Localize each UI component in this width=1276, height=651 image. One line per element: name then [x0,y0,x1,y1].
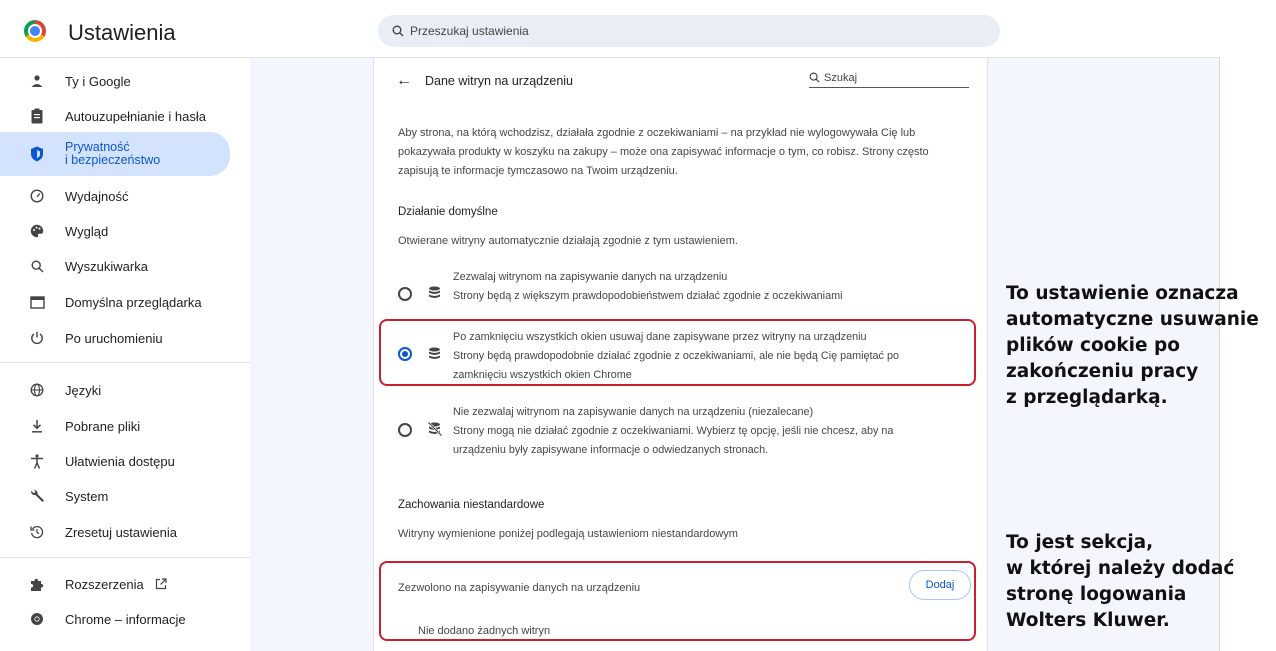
puzzle-icon [28,575,46,593]
wrench-icon [28,487,46,505]
sidebar-item-label: Pobrane pliki [65,418,141,434]
power-icon [28,329,46,347]
settings-search-input[interactable]: Przeszukaj ustawienia [378,15,1000,47]
sidebar-item-label: Autouzupełnianie i hasła [65,108,206,124]
sidebar-item-label: Chrome – informacje [65,611,186,627]
chrome-icon [28,610,46,628]
person-icon [28,72,46,90]
sidebar-item-label: Wyszukiwarka [65,258,148,274]
sidebar-item-search-engine[interactable]: Wyszukiwarka [0,248,230,284]
app-title: Ustawienia [68,20,176,45]
search-icon [28,257,46,275]
page-description: Aby strona, na którą wchodzisz, działała… [398,127,929,177]
annotation-setting: To ustawienie oznacza automatyczne usuwa… [1006,283,1259,408]
sidebar-item-label: Domyślna przeglądarka [65,294,202,310]
speedometer-icon [28,187,46,205]
default-behavior-title: Działanie domyślne [398,206,498,218]
option-text: Nie zezwalaj witrynom na zapisywanie dan… [453,406,894,456]
sidebar-item-privacy[interactable]: Prywatność i bezpieczeństwo [0,132,230,176]
chrome-logo-icon [24,20,46,42]
accessibility-icon [28,452,46,470]
sidebar-item-label: Języki [65,382,102,398]
sidebar-item-label: Zresetuj ustawienia [65,524,177,540]
sidebar-item-label: Ty i Google [65,73,131,89]
top-bar: Ustawienia Przeszukaj ustawienia [0,0,1220,58]
sidebar-item-accessibility[interactable]: Ułatwienia dostępu [0,443,230,479]
sidebar-item-languages[interactable]: Języki [0,372,230,408]
sidebar-item-downloads[interactable]: Pobrane pliki [0,408,230,444]
sidebar-item-about-chrome[interactable]: Chrome – informacje [0,601,230,637]
site-search-input[interactable]: Szukaj [809,68,969,88]
search-icon [392,25,404,37]
radio-allow[interactable] [398,287,412,301]
option-text: Zezwalaj witrynom na zapisywanie danych … [453,271,843,302]
page-title: Dane witryn na urządzeniu [425,74,573,88]
radio-block[interactable] [398,423,412,437]
sidebar-divider [0,557,250,558]
sidebar: Ty i Google Autouzupełnianie i hasła Pry… [0,58,250,651]
default-behavior-subtitle: Otwierane witryny automatycznie działają… [398,235,738,247]
sidebar-item-extensions[interactable]: Rozszerzenia [0,566,230,602]
custom-behavior-title: Zachowania niestandardowe [398,499,545,511]
database-icon [428,286,441,305]
sidebar-item-label: Wygląd [65,223,109,239]
sidebar-item-label: Rozszerzenia [65,577,167,592]
clipboard-icon [28,107,46,125]
back-arrow-icon[interactable]: ← [396,72,412,90]
sidebar-item-label: Wydajność [65,188,129,204]
shield-icon [28,145,46,163]
globe-icon [28,381,46,399]
reset-icon [28,523,46,541]
sidebar-item-label: Prywatność i bezpieczeństwo [65,140,161,167]
search-placeholder: Szukaj [824,71,858,84]
highlight-selected-option [379,319,976,386]
sidebar-item-system[interactable]: System [0,478,230,514]
sidebar-item-autofill[interactable]: Autouzupełnianie i hasła [0,98,230,134]
sidebar-item-label: System [65,488,109,504]
palette-icon [28,222,46,240]
download-icon [28,417,46,435]
search-icon [809,72,820,83]
card-header: ← Dane witryn na urządzeniu Szukaj [374,58,987,102]
sidebar-item-reset[interactable]: Zresetuj ustawienia [0,514,230,550]
sidebar-item-label: Ułatwienia dostępu [65,453,175,469]
sidebar-item-performance[interactable]: Wydajność [0,178,230,214]
sidebar-item-label: Po uruchomieniu [65,330,163,346]
sidebar-item-you-and-google[interactable]: Ty i Google [0,63,230,99]
annotation-section: To jest sekcja, w której należy dodać st… [1006,532,1235,631]
sidebar-item-appearance[interactable]: Wygląd [0,213,230,249]
sidebar-item-on-startup[interactable]: Po uruchomieniu [0,320,230,356]
custom-behavior-subtitle: Witryny wymienione poniżej podlegają ust… [398,528,738,540]
external-link-icon [155,577,167,589]
highlight-custom-section [379,561,976,641]
database-off-icon [427,421,443,441]
sidebar-divider [0,362,250,363]
search-placeholder: Przeszukaj ustawienia [410,24,529,38]
sidebar-item-default-browser[interactable]: Domyślna przeglądarka [0,284,230,320]
browser-icon [28,293,46,311]
